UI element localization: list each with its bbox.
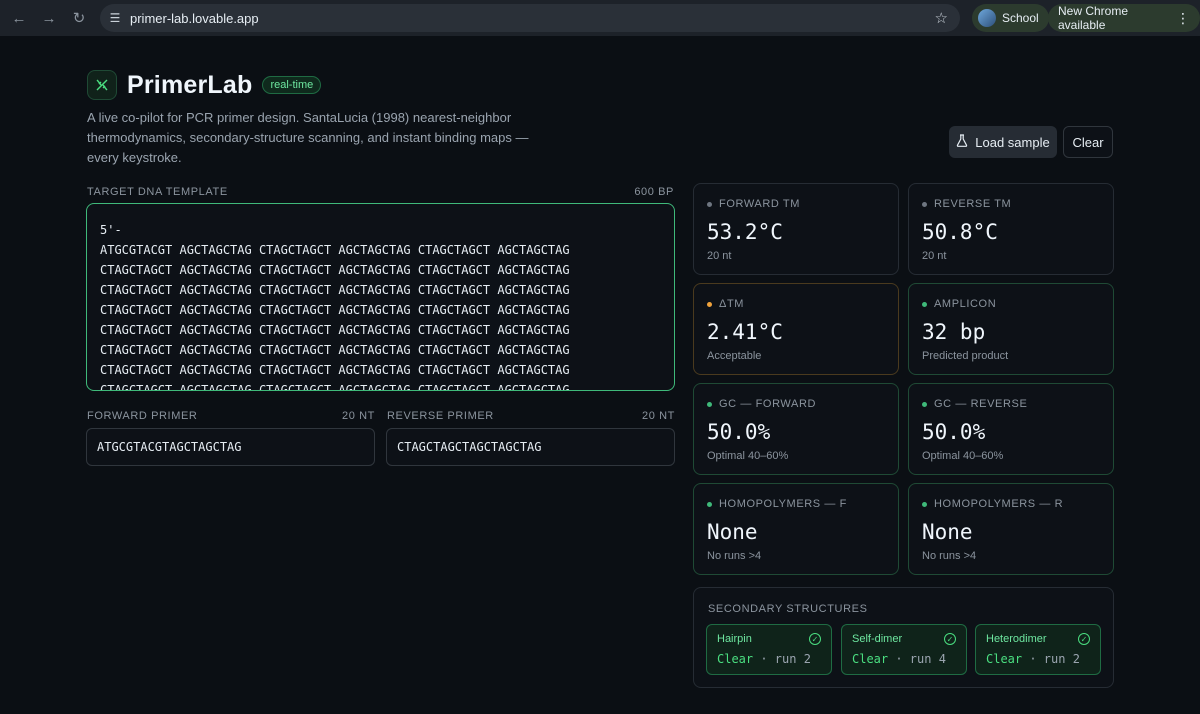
brand: PrimerLab real-time (87, 70, 322, 100)
realtime-badge: real-time (262, 76, 322, 94)
check-circle-icon: ✓ (809, 633, 821, 645)
check-circle-icon: ✓ (944, 633, 956, 645)
structure-chip-hairpin: Hairpin ✓ Clear · run 2 (706, 624, 832, 675)
dna-template-input[interactable]: 5'- ATGCGTACGT AGCTAGCTAG CTAGCTAGCT AGC… (86, 203, 675, 391)
status-dot-icon (707, 401, 712, 407)
stat-card-gc-reverse: GC — REVERSE 50.0% Optimal 40–60% (908, 383, 1114, 475)
stat-title: AMPLICON (934, 298, 997, 310)
stat-value: None (922, 520, 973, 544)
structure-name: Heterodimer (986, 633, 1047, 645)
structure-status: Clear (986, 652, 1023, 666)
app-description: A live co-pilot for PCR primer design. S… (87, 110, 529, 165)
template-label: TARGET DNA TEMPLATE (87, 186, 228, 198)
stat-sub: Predicted product (922, 350, 1009, 362)
stat-card-homopolymers-r: HOMOPOLYMERS — R None No runs >4 (908, 483, 1114, 575)
stat-card-gc-forward: GC — FORWARD 50.0% Optimal 40–60% (693, 383, 899, 475)
address-bar[interactable]: ☰ primer-lab.lovable.app ☆ (100, 4, 960, 32)
flask-icon (956, 134, 968, 150)
status-dot-icon (922, 201, 927, 207)
structure-name: Self-dimer (852, 633, 903, 645)
structure-status: Clear (717, 652, 754, 666)
stat-sub: Acceptable (707, 350, 762, 362)
status-dot-icon (922, 401, 927, 407)
structure-status: Clear (852, 652, 889, 666)
stat-card-amplicon: AMPLICON 32 bp Predicted product (908, 283, 1114, 375)
reload-icon[interactable]: ↻ (68, 7, 90, 29)
url-text: primer-lab.lovable.app (130, 10, 259, 26)
reverse-primer-length: 20 NT (642, 410, 675, 422)
stat-value: 53.2°C (707, 220, 783, 244)
structure-chip-self-dimer: Self-dimer ✓ Clear · run 4 (841, 624, 967, 675)
stat-value: 50.0% (922, 420, 986, 444)
status-dot-icon (922, 301, 927, 307)
stat-title: GC — REVERSE (934, 398, 1028, 410)
menu-kebab-icon[interactable]: ⋮ (1176, 11, 1190, 25)
structure-name: Hairpin (717, 633, 752, 645)
structure-detail: · run 4 (895, 652, 946, 666)
avatar (978, 9, 996, 27)
stat-sub: No runs >4 (922, 550, 977, 562)
forward-primer-label: FORWARD PRIMER (87, 410, 198, 422)
load-sample-button[interactable]: Load sample (949, 126, 1057, 158)
forward-icon[interactable]: → (38, 7, 60, 29)
stat-value: None (707, 520, 758, 544)
secondary-structures-panel: SECONDARY STRUCTURES Hairpin ✓ Clear · ru… (693, 587, 1114, 688)
stat-title: HOMOPOLYMERS — F (719, 498, 847, 510)
structure-detail: · run 2 (1029, 652, 1080, 666)
stat-card-homopolymers-f: HOMOPOLYMERS — F None No runs >4 (693, 483, 899, 575)
stat-value: 50.0% (707, 420, 771, 444)
stat-title: FORWARD TM (719, 198, 800, 210)
stat-sub: Optimal 40–60% (922, 450, 1004, 462)
stat-title: ΔTM (719, 298, 745, 310)
forward-primer-input[interactable]: ATGCGTACGTAGCTAGCTAG (86, 428, 375, 466)
app-title: PrimerLab (127, 70, 253, 99)
stat-sub: 20 nt (707, 250, 732, 262)
profile-label: School (1002, 11, 1039, 25)
status-dot-icon (707, 501, 712, 507)
structure-detail: · run 2 (760, 652, 811, 666)
stat-sub: Optimal 40–60% (707, 450, 789, 462)
load-sample-label: Load sample (975, 134, 1050, 150)
clear-button[interactable]: Clear (1063, 126, 1113, 158)
status-dot-icon (922, 501, 927, 507)
stat-title: HOMOPOLYMERS — R (934, 498, 1064, 510)
check-circle-icon: ✓ (1078, 633, 1090, 645)
bookmark-star-icon[interactable]: ☆ (935, 9, 948, 27)
status-dot-icon (707, 301, 712, 307)
site-settings-icon[interactable]: ☰ (100, 11, 130, 25)
back-icon[interactable]: ← (8, 7, 30, 29)
dna-logo-icon (87, 70, 117, 100)
stat-title: REVERSE TM (934, 198, 1012, 210)
update-label: New Chrome available (1058, 4, 1129, 32)
stat-card-forward-tm: FORWARD TM 53.2°C 20 nt (693, 183, 899, 275)
profile-button[interactable]: School (972, 4, 1049, 32)
stat-title: GC — FORWARD (719, 398, 817, 410)
stat-card-reverse-tm: REVERSE TM 50.8°C 20 nt (908, 183, 1114, 275)
forward-primer-length: 20 NT (342, 410, 375, 422)
reverse-primer-label: REVERSE PRIMER (387, 410, 494, 422)
stat-card-delta-tm: ΔTM 2.41°C Acceptable (693, 283, 899, 375)
chrome-update-button[interactable]: New Chrome available ⋮ (1048, 4, 1200, 32)
structure-chip-heterodimer: Heterodimer ✓ Clear · run 2 (975, 624, 1101, 675)
stat-value: 2.41°C (707, 320, 783, 344)
status-dot-icon (707, 201, 712, 207)
browser-toolbar: ← → ↻ ☰ primer-lab.lovable.app ☆ School … (0, 0, 1200, 36)
stat-sub: No runs >4 (707, 550, 762, 562)
stat-sub: 20 nt (922, 250, 947, 262)
stat-value: 32 bp (922, 320, 986, 344)
stat-value: 50.8°C (922, 220, 998, 244)
reverse-primer-input[interactable]: CTAGCTAGCTAGCTAGCTAG (386, 428, 675, 466)
template-length: 600 BP (634, 186, 674, 198)
secondary-structures-title: SECONDARY STRUCTURES (708, 603, 868, 615)
